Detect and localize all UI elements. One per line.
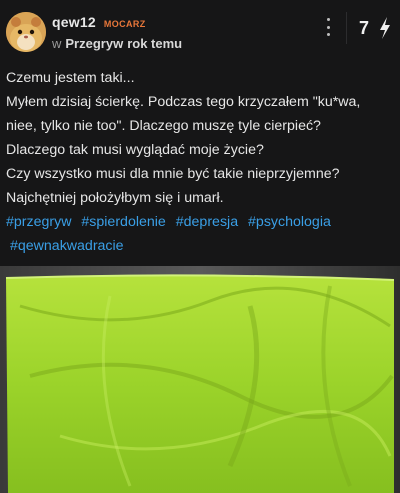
category-link[interactable]: Przegryw [65,36,123,51]
tag-row: #przegryw #spierdolenie #depresja #psych… [6,210,398,234]
author-name[interactable]: qew12 [52,14,96,30]
post-body: Czemu jestem taki... Myłem dzisiaj ścier… [6,66,398,210]
post-time[interactable]: rok temu [127,36,182,51]
vote-count: 7 [358,17,369,38]
lightning-bolt-icon[interactable] [377,16,393,40]
in-label: w [52,36,62,51]
tag-row: #qewnakwadracie [6,234,398,258]
tag-link[interactable]: #psychologia [248,214,331,230]
hamster-avatar-image [6,12,46,52]
tag-link[interactable]: #depresja [176,214,238,230]
rank-badge: MOCARZ [103,19,146,29]
body-line: Najchętniej położyłbym się i umarł. [6,190,224,206]
user-avatar[interactable] [6,12,46,52]
body-line: Dlaczego tak musi wyglądać moje życie? [6,142,264,158]
more-dot [326,33,330,36]
more-dot [326,25,330,29]
body-line: Myłem dzisiaj ścierkę. Podczas tego krzy… [6,94,361,110]
more-vertical-icon [326,18,330,21]
tag-link[interactable]: #przegryw [6,214,71,230]
body-line: Czemu jestem taki... [6,70,135,86]
post-meta: w Przegryw rok temu [52,36,182,51]
tag-link[interactable]: #qewnakwadracie [10,238,124,254]
post-card: qew12 MOCARZ w Przegryw rok temu 7 Czemu… [0,0,400,493]
more-options-button[interactable] [322,18,334,36]
green-cloth-photo [0,266,400,493]
tag-list: #przegryw #spierdolenie #depresja #psych… [6,210,398,258]
post-header: qew12 MOCARZ w Przegryw rok temu 7 [0,0,400,62]
vote-box: 7 [346,12,395,44]
tag-link[interactable]: #spierdolenie [81,214,165,230]
post-image[interactable] [0,266,400,493]
body-line: niee, tylko nie too". Dlaczego muszę tyl… [6,118,321,134]
body-line: Czy wszystko musi dla mnie być takie nie… [6,166,340,182]
author-row: qew12 MOCARZ [52,14,146,32]
